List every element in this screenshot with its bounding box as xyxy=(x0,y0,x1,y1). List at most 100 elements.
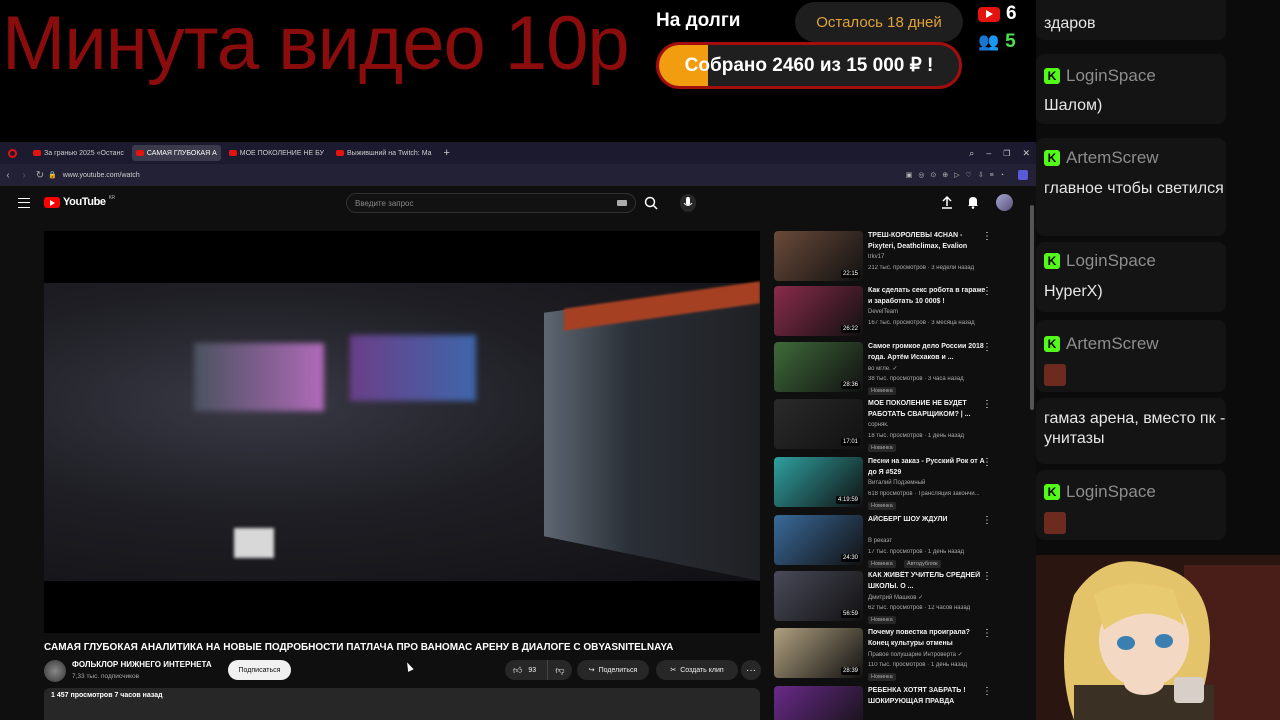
kick-icon: K xyxy=(1044,336,1060,352)
more-vert-icon[interactable]: ⋮ xyxy=(982,231,992,242)
more-vert-icon[interactable]: ⋮ xyxy=(982,686,992,697)
clip-button[interactable]: ✂ Создать клип xyxy=(656,660,738,680)
subscribe-button[interactable]: Подписаться xyxy=(228,660,291,680)
video-item-channel[interactable]: Правое полушарие Интроверта ✓ xyxy=(868,651,963,658)
video-item-channel[interactable]: trkv17 xyxy=(868,254,884,260)
url-field[interactable]: www.youtube.com/watch xyxy=(63,172,140,179)
chat-message: K ArtemScrew главное чтобы светился xyxy=(1036,138,1226,236)
more-vert-icon[interactable]: ⋮ xyxy=(982,286,992,297)
video-duration: 28:36 xyxy=(840,381,860,389)
more-actions-button[interactable]: ··· xyxy=(741,660,761,680)
upload-icon[interactable] xyxy=(940,195,954,209)
video-duration: 28:39 xyxy=(840,667,860,675)
search-tabs-icon[interactable]: ⌕ xyxy=(969,148,974,159)
video-thumbnail[interactable]: 56:59 xyxy=(774,571,863,621)
video-item-meta: 38 тыс. просмотров · 3 часа назад xyxy=(868,376,964,382)
account-avatar[interactable] xyxy=(996,194,1013,211)
video-item-channel[interactable]: DevelTeam xyxy=(868,309,898,315)
video-item-title[interactable]: Песни на заказ - Русский Рок от А до Я #… xyxy=(868,457,986,478)
browser-tab-active[interactable]: САМАЯ ГЛУБОКАЯ А xyxy=(131,145,221,161)
video-item-channel[interactable]: Виталий Подземный xyxy=(868,480,925,486)
channel-name[interactable]: ФОЛЬКЛОР НИЖНЕГО ИНТЕРНЕТА xyxy=(72,660,212,669)
notifications-bell-icon[interactable] xyxy=(966,195,980,209)
video-item-title[interactable]: АЙСБЕРГ ШОУ ЖДУЛИ xyxy=(868,515,986,526)
channel-avatar[interactable] xyxy=(44,660,66,682)
video-thumbnail[interactable]: 17:01 xyxy=(774,399,863,449)
scissors-icon: ✂ xyxy=(670,667,677,674)
video-item-meta: 618 просмотров · Трансляция закончи... xyxy=(868,491,980,497)
viewer-count: 5 xyxy=(1005,31,1016,52)
video-thumbnail[interactable]: 28:39 xyxy=(774,628,863,678)
related-video-item[interactable]: 28:36 Самое громкое дело России 2018 года… xyxy=(774,342,996,395)
video-thumbnail[interactable]: 4:19:59 xyxy=(774,457,863,507)
video-thumbnail[interactable]: 24:30 xyxy=(774,515,863,565)
maximize-icon[interactable]: ❐ xyxy=(1003,149,1010,158)
related-video-item[interactable]: 26:22 Как сделать секс робота в гараже и … xyxy=(774,286,996,336)
more-vert-icon[interactable]: ⋮ xyxy=(982,628,992,639)
new-badge: Новинка xyxy=(868,560,896,568)
more-vert-icon[interactable]: ⋮ xyxy=(982,342,992,353)
keyboard-icon[interactable] xyxy=(617,200,627,206)
video-item-channel[interactable]: сорняк. xyxy=(868,422,889,428)
youtube-logo[interactable]: YouTube KR xyxy=(44,195,115,208)
search-input[interactable]: Введите запрос xyxy=(346,193,636,213)
browser-tab[interactable]: Выжившний на Twitch: Ма xyxy=(332,145,436,161)
more-vert-icon[interactable]: ⋮ xyxy=(982,399,992,410)
streamer-webcam xyxy=(1034,555,1280,720)
page-scrollbar[interactable] xyxy=(1030,205,1034,410)
more-vert-icon[interactable]: ⋮ xyxy=(982,571,992,582)
browser-tab[interactable]: МОЕ ПОКОЛЕНИЕ НЕ БУ xyxy=(225,145,328,161)
related-video-item[interactable]: 24:30 АЙСБЕРГ ШОУ ЖДУЛИ В рекаэт 17 тыс. пр… xyxy=(774,515,996,568)
search-icon[interactable] xyxy=(644,196,658,210)
tab-label: Выжившний на Twitch: Ма xyxy=(347,149,432,157)
minimize-icon[interactable]: – xyxy=(986,148,991,158)
video-item-title[interactable]: Самое громкое дело России 2018 года. Арт… xyxy=(868,342,986,363)
search-placeholder: Введите запрос xyxy=(355,198,414,208)
video-thumbnail[interactable]: 28:36 xyxy=(774,342,863,392)
related-video-item[interactable]: 28:39 Почему повестка проиграла? Конец ку… xyxy=(774,628,996,681)
video-thumbnail[interactable] xyxy=(774,686,863,720)
tab-label: МОЕ ПОКОЛЕНИЕ НЕ БУ xyxy=(239,149,324,157)
video-item-title[interactable]: ТРЕШ-КОРОЛЕВЫ 4CHAN - Pixyteri, Deathcli… xyxy=(868,231,986,252)
browser-menu-icon[interactable] xyxy=(1018,170,1028,180)
video-duration: 22:15 xyxy=(840,270,860,278)
dislike-button[interactable]: 👎︎ xyxy=(548,660,572,680)
video-thumbnail[interactable]: 22:15 xyxy=(774,231,863,281)
video-scene-screen xyxy=(350,335,476,401)
chat-message: гамаз арена, вместо пк - унитазы xyxy=(1036,398,1226,464)
description-box[interactable]: 1 457 просмотров 7 часов назад xyxy=(44,688,760,720)
video-item-title[interactable]: Как сделать секс робота в гараже и зараб… xyxy=(868,286,986,307)
extensions-icons[interactable]: ▣◎⊙⊕▷♡⇩≡◔ xyxy=(906,171,1010,179)
back-icon[interactable]: ‹ xyxy=(0,170,16,181)
video-item-channel[interactable]: Дмитрий Машков ✓ xyxy=(868,594,923,601)
like-button[interactable]: 👍︎ 93 xyxy=(505,660,548,680)
video-item-title[interactable]: РЕБЕНКА ХОТЯТ ЗАБРАТЬ ! ШОКИРУЮЩАЯ ПРАВД… xyxy=(868,686,986,707)
thumbs-down-icon: 👎︎ xyxy=(555,664,565,675)
related-video-item[interactable]: 22:15 ТРЕШ-КОРОЛЕВЫ 4CHAN - Pixyteri, Dea… xyxy=(774,231,996,281)
video-item-meta: 167 тыс. просмотров · 3 месяца назад xyxy=(868,320,975,326)
more-vert-icon[interactable]: ⋮ xyxy=(982,515,992,526)
video-item-channel[interactable]: В рекаэт xyxy=(868,538,892,544)
forward-icon[interactable]: › xyxy=(16,170,32,181)
video-player[interactable] xyxy=(44,231,760,633)
close-window-icon[interactable]: ✕ xyxy=(1022,148,1030,159)
new-tab-icon[interactable]: + xyxy=(444,147,450,159)
microphone-icon[interactable] xyxy=(680,194,696,212)
video-item-title[interactable]: КАК ЖИВЁТ УЧИТЕЛЬ СРЕДНЕЙ ШКОЛЫ. О ... xyxy=(868,571,986,592)
share-button[interactable]: ↪ Поделиться xyxy=(577,660,649,680)
related-video-item[interactable]: 17:01 МОЕ ПОКОЛЕНИЕ НЕ БУДЕТ РАБОТАТЬ СВА… xyxy=(774,399,996,452)
related-video-item[interactable]: РЕБЕНКА ХОТЯТ ЗАБРАТЬ ! ШОКИРУЮЩАЯ ПРАВД… xyxy=(774,686,996,720)
video-item-channel[interactable]: во мгле. ✓ xyxy=(868,365,898,372)
video-thumbnail[interactable]: 26:22 xyxy=(774,286,863,336)
more-vert-icon[interactable]: ⋮ xyxy=(982,457,992,468)
youtube-icon xyxy=(336,150,344,156)
related-video-item[interactable]: 4:19:59 Песни на заказ - Русский Рок от А… xyxy=(774,457,996,510)
reload-icon[interactable]: ↻ xyxy=(32,170,48,181)
video-item-title[interactable]: МОЕ ПОКОЛЕНИЕ НЕ БУДЕТ РАБОТАТЬ СВАРЩИКО… xyxy=(868,399,986,420)
video-item-title[interactable]: Почему повестка проиграла? Конец культур… xyxy=(868,628,986,649)
opera-icon[interactable] xyxy=(8,148,17,158)
related-video-item[interactable]: 56:59 КАК ЖИВЁТ УЧИТЕЛЬ СРЕДНЕЙ ШКОЛЫ. О … xyxy=(774,571,996,624)
video-scene-screen xyxy=(194,343,324,411)
browser-tab[interactable]: За гранью 2025 «Останс xyxy=(29,145,128,161)
hamburger-menu-icon[interactable] xyxy=(18,198,30,208)
